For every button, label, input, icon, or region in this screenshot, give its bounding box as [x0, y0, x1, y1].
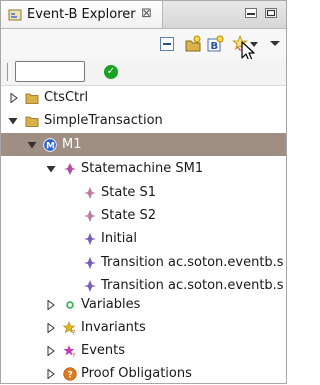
view-menu-icon[interactable] [269, 35, 281, 53]
expand-arrow-icon[interactable] [46, 299, 56, 310]
new-component-icon[interactable]: B [206, 35, 224, 53]
tree-item-variables[interactable]: Variables [1, 293, 286, 316]
expand-arrow-icon[interactable] [9, 92, 19, 103]
collapse-arrow-icon[interactable] [8, 116, 18, 126]
proof-obligations-icon: ? [63, 366, 77, 381]
tab-event-b-explorer[interactable]: Event-B Explorer ⊠ [1, 1, 163, 28]
expand-arrow-icon[interactable] [46, 322, 56, 333]
check-icon[interactable]: ✓ [104, 65, 118, 79]
tab-title: Event-B Explorer [27, 7, 136, 22]
toolbar-grip[interactable] [7, 63, 11, 81]
svg-text:?: ? [72, 329, 75, 335]
tree-item-proof-obligations[interactable]: ? Proof Obligations [1, 362, 286, 385]
maximize-icon[interactable] [264, 7, 278, 19]
folder-icon [25, 93, 39, 104]
tree-item-label: State S1 [101, 185, 157, 200]
tree-item-state-s2[interactable]: State S2 [1, 204, 286, 227]
machine-icon: M [43, 137, 57, 152]
filter-bar: ✓ [1, 59, 286, 86]
tree-item-label: Transition ac.soton.eventb.s [101, 255, 284, 270]
transition-icon [84, 279, 96, 292]
collapse-arrow-icon[interactable] [46, 164, 56, 174]
events-icon: ? [63, 344, 75, 358]
tree-item-statemachine-sm1[interactable]: Statemachine SM1 [1, 157, 286, 180]
svg-text:?: ? [68, 370, 73, 380]
tree-item-ctsctrl[interactable]: CtsCtrl [1, 86, 286, 109]
state-icon [84, 209, 96, 222]
variables-icon [66, 300, 74, 309]
expand-arrow-icon[interactable] [46, 368, 56, 379]
filter-input[interactable] [15, 61, 85, 82]
tree-item-label: State S2 [101, 208, 157, 223]
svg-text:B: B [211, 41, 219, 52]
tree-item-initial[interactable]: Initial [1, 227, 286, 250]
tree-item-label: CtsCtrl [44, 90, 89, 105]
close-icon[interactable]: ⊠ [141, 7, 152, 21]
minimize-icon[interactable] [244, 7, 258, 19]
invariants-icon: ? [63, 320, 76, 335]
folder-icon [25, 116, 39, 127]
tree-item-events[interactable]: ? Events [1, 339, 286, 362]
tree-item-label: Transition ac.soton.eventb.s [101, 278, 284, 293]
view-tab-bar: Event-B Explorer ⊠ [1, 1, 286, 29]
tree-item-label: M1 [62, 137, 82, 152]
tree-item-label: Events [81, 343, 126, 358]
tree-item-label: Statemachine SM1 [81, 161, 204, 176]
view-toolbar: B [1, 29, 286, 62]
expand-arrow-icon[interactable] [46, 345, 56, 356]
tree-item-transition[interactable]: Transition ac.soton.eventb.s [1, 251, 286, 274]
new-project-icon[interactable] [184, 35, 202, 53]
tree-item-simpletransaction[interactable]: SimpleTransaction [1, 109, 286, 132]
tree-item-state-s1[interactable]: State S1 [1, 181, 286, 204]
tree-item-label: Proof Obligations [81, 366, 192, 381]
state-icon [84, 186, 96, 199]
tree-item-label: Invariants [81, 320, 146, 335]
tree-item-label: Initial [101, 231, 137, 246]
tree-item-label: SimpleTransaction [44, 113, 163, 128]
initial-icon [84, 232, 96, 245]
collapse-arrow-icon[interactable] [27, 140, 37, 150]
statemachine-icon [64, 162, 76, 175]
tree-item-invariants[interactable]: ? Invariants [1, 316, 286, 339]
explorer-icon [8, 9, 22, 20]
svg-text:?: ? [72, 352, 75, 358]
tree-item-m1[interactable]: M M1 [1, 133, 286, 156]
tree-item-label: Variables [81, 297, 141, 312]
collapse-all-icon[interactable] [158, 35, 176, 53]
transition-icon [84, 256, 96, 269]
svg-text:M: M [46, 141, 55, 151]
event-b-explorer-view: Event-B Explorer ⊠ B ✓ CtsCtrl SimpleTra… [0, 0, 287, 384]
